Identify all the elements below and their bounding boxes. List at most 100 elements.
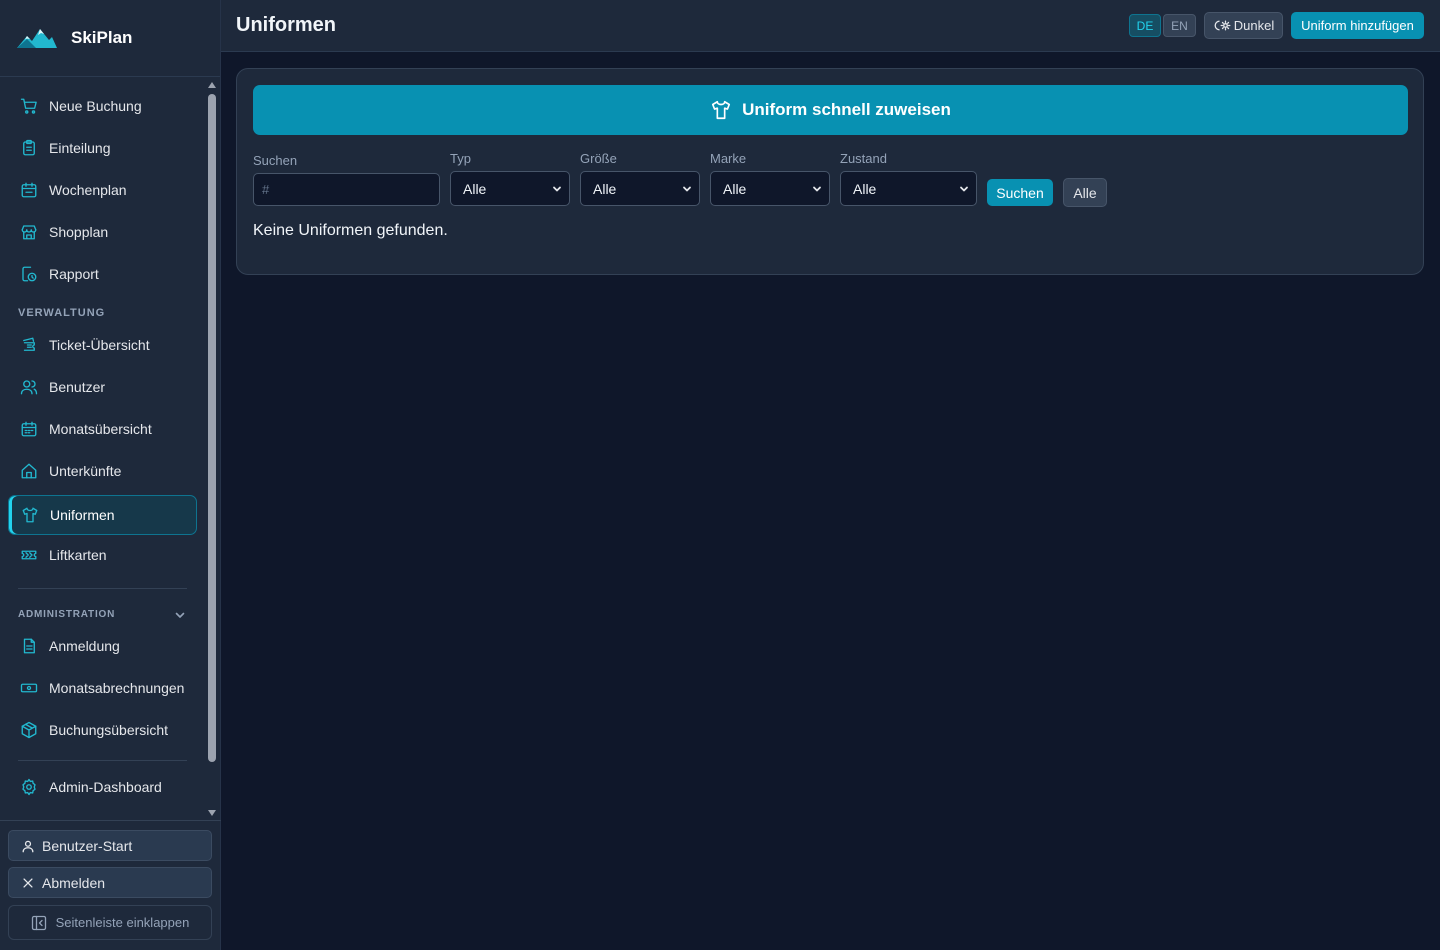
sidebar: SkiPlan Neue Buchung Einteilung Wochenpl… [0,0,221,950]
collapse-sidebar-button[interactable]: Seitenleiste einklappen [8,905,212,940]
home-icon [20,462,38,480]
size-select-value: Alle [593,180,617,197]
sidebar-item-shopplan[interactable]: Shopplan [8,212,197,252]
user-start-button[interactable]: Benutzer-Start [8,830,212,861]
search-button[interactable]: Suchen [987,179,1053,206]
box-icon [20,721,38,739]
sidebar-item-einteilung[interactable]: Einteilung [8,128,197,168]
mountain-logo-icon [17,29,57,48]
chevron-down-icon[interactable] [174,609,186,621]
quick-assign-button[interactable]: Uniform schnell zuweisen [253,85,1408,135]
scroll-down-arrow-icon[interactable] [207,809,217,817]
sidebar-item-wochenplan[interactable]: Wochenplan [8,170,197,210]
store-icon [20,223,38,241]
sidebar-item-liftkarten[interactable]: Liftkarten [8,535,197,575]
language-de-button[interactable]: DE [1129,14,1161,37]
show-all-button[interactable]: Alle [1063,178,1107,207]
section-label-administration: ADMINISTRATION [18,609,116,620]
user-start-label: Benutzer-Start [42,837,133,854]
scroll-thumb[interactable] [208,94,216,762]
sidebar-divider [18,760,187,761]
sidebar-item-label: Einteilung [49,140,111,156]
moon-sun-icon [1213,19,1231,32]
chevron-down-icon [553,186,561,192]
sidebar-scrollbar[interactable] [204,78,220,820]
report-clock-icon [20,265,38,283]
quick-assign-label: Uniform schnell zuweisen [742,100,951,119]
sidebar-item-label: Ticket-Übersicht [49,337,150,353]
sidebar-item-label: Monatsabrechnungen [49,680,185,696]
section-label-verwaltung: VERWALTUNG [18,307,106,319]
shirt-icon [710,99,732,121]
sidebar-nav: Neue Buchung Einteilung Wochenplan Shopp… [0,78,204,820]
sidebar-item-label: Benutzer [49,379,106,395]
ticket-stack-icon [20,336,38,354]
sidebar-item-rapport[interactable]: Rapport [8,254,197,294]
brand-label: Marke [710,151,747,166]
clipboard-icon [20,139,38,157]
size-select[interactable]: Alle [580,171,700,206]
sidebar-item-buchungsuebersicht[interactable]: Buchungsübersicht [8,710,197,750]
sidebar-item-benutzer[interactable]: Benutzer [8,367,197,407]
document-icon [20,637,38,655]
sidebar-item-monatsuebersicht[interactable]: Monatsübersicht [8,409,197,449]
size-label: Größe [580,151,617,166]
users-icon [20,378,38,396]
sidebar-item-uniformen[interactable]: Uniformen [8,495,197,535]
search-input[interactable] [253,173,440,206]
brand-name: SkiPlan [71,28,133,47]
sidebar-item-label: Wochenplan [49,182,127,198]
calendar-grid-icon [20,420,38,438]
theme-toggle-label: Dunkel [1233,18,1275,33]
sidebar-item-label: Unterkünfte [49,463,122,479]
brand-select-value: Alle [723,180,747,197]
sidebar-item-label: Uniformen [50,507,115,523]
sidebar-item-label: Monatsübersicht [49,421,152,437]
sidebar-item-label: Liftkarten [49,547,107,563]
collapse-sidebar-label: Seitenleiste einklappen [55,915,190,930]
brand-select[interactable]: Alle [710,171,830,206]
sidebar-collapse-icon [31,915,47,931]
page-title: Uniformen [236,14,336,36]
language-en-button[interactable]: EN [1163,14,1196,37]
sidebar-item-monatsabrechnungen[interactable]: Monatsabrechnungen [8,668,197,708]
sidebar-divider [18,588,187,589]
sidebar-footer: Benutzer-Start Abmelden Seitenleiste ein… [0,820,221,950]
sidebar-item-anmeldung[interactable]: Anmeldung [8,626,197,666]
logout-label: Abmelden [42,874,106,891]
sidebar-item-label: Shopplan [49,224,109,240]
type-label: Typ [450,151,471,166]
user-icon [21,839,35,853]
search-label: Suchen [253,153,298,168]
sidebar-item-label: Buchungsübersicht [49,722,169,738]
banknote-icon [20,679,38,697]
condition-label: Zustand [840,151,887,166]
top-header: Uniformen DE EN Dunkel Uniform hinzufüge… [221,0,1440,52]
type-select[interactable]: Alle [450,171,570,206]
lift-ticket-icon [20,546,38,564]
type-select-value: Alle [463,180,487,197]
empty-state-message: Keine Uniformen gefunden. [253,222,448,239]
cart-icon [20,97,38,115]
sidebar-item-label: Neue Buchung [49,98,142,114]
sidebar-item-label: Admin-Dashboard [49,779,162,795]
sidebar-item-neue-buchung[interactable]: Neue Buchung [8,86,197,126]
logout-button[interactable]: Abmelden [8,867,212,898]
sidebar-item-label: Anmeldung [49,638,120,654]
add-uniform-button[interactable]: Uniform hinzufügen [1291,12,1424,39]
sidebar-item-admin-dashboard[interactable]: Admin-Dashboard [8,767,197,807]
gear-icon [20,778,38,796]
condition-select-value: Alle [853,180,877,197]
chevron-down-icon [960,186,968,192]
brand[interactable]: SkiPlan [0,0,220,77]
condition-select[interactable]: Alle [840,171,977,206]
sidebar-item-unterkuenfte[interactable]: Unterkünfte [8,451,197,491]
scroll-up-arrow-icon[interactable] [207,81,217,89]
sidebar-item-label: Rapport [49,266,99,282]
close-icon [21,876,35,890]
sidebar-item-ticket-uebersicht[interactable]: Ticket-Übersicht [8,325,197,365]
uniforms-card: Uniform schnell zuweisen Suchen Typ Größ… [236,68,1424,275]
shirt-icon [21,506,39,524]
theme-toggle-button[interactable]: Dunkel [1204,12,1283,39]
calendar-icon [20,181,38,199]
